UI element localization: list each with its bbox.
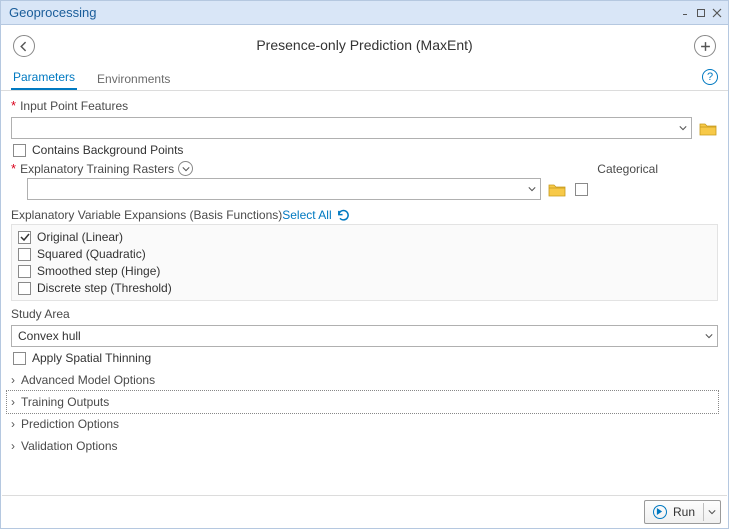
basis-threshold-label: Discrete step (Threshold) xyxy=(37,281,172,295)
contains-background-points-checkbox[interactable] xyxy=(13,144,26,157)
help-button[interactable]: ? xyxy=(702,69,718,85)
pane-titlebar: Geoprocessing xyxy=(1,1,728,25)
run-button[interactable]: Run xyxy=(644,500,721,524)
tool-header: Presence-only Prediction (MaxEnt) xyxy=(1,25,728,67)
tab-environments[interactable]: Environments xyxy=(95,68,172,90)
apply-spatial-thinning-label: Apply Spatial Thinning xyxy=(32,351,151,365)
basis-squared-label: Squared (Quadratic) xyxy=(37,247,146,261)
param-label-explanatory-rasters: Explanatory Training Rasters xyxy=(20,162,174,176)
input-point-features-combo[interactable] xyxy=(11,117,692,139)
chevron-down-icon xyxy=(528,182,536,196)
chevron-right-icon: › xyxy=(7,439,19,453)
chevron-right-icon: › xyxy=(7,395,19,409)
autohide-icon[interactable] xyxy=(678,6,692,20)
pane-title: Geoprocessing xyxy=(5,5,676,20)
chevron-down-icon xyxy=(708,505,716,519)
chevron-down-icon xyxy=(679,121,687,135)
study-area-combo[interactable]: Convex hull xyxy=(11,325,718,347)
basis-squared-checkbox[interactable] xyxy=(18,248,31,261)
group-training-outputs[interactable]: › Training Outputs xyxy=(7,391,718,413)
browse-icon[interactable] xyxy=(698,118,718,138)
chevron-right-icon: › xyxy=(7,373,19,387)
maximize-icon[interactable] xyxy=(694,6,708,20)
basis-threshold-checkbox[interactable] xyxy=(18,282,31,295)
group-advanced-model-options[interactable]: › Advanced Model Options xyxy=(7,369,718,391)
play-icon xyxy=(653,505,667,519)
categorical-header: Categorical xyxy=(597,162,658,176)
param-label-study-area: Study Area xyxy=(11,307,70,321)
close-icon[interactable] xyxy=(710,6,724,20)
tool-title: Presence-only Prediction (MaxEnt) xyxy=(1,37,728,53)
explanatory-raster-combo[interactable] xyxy=(27,178,541,200)
parameters-form: * Input Point Features Contains Backgrou… xyxy=(1,91,728,461)
basis-original-label: Original (Linear) xyxy=(37,230,123,244)
reset-icon[interactable] xyxy=(336,207,352,223)
chevron-right-icon: › xyxy=(7,417,19,431)
param-label-input-points: Input Point Features xyxy=(20,99,128,113)
basis-options-list: Original (Linear) Squared (Quadratic) Sm… xyxy=(11,225,718,301)
chevron-down-icon xyxy=(705,329,713,343)
contains-background-points-label: Contains Background Points xyxy=(32,143,183,157)
apply-spatial-thinning-checkbox[interactable] xyxy=(13,352,26,365)
basis-hinge-label: Smoothed step (Hinge) xyxy=(37,264,160,278)
param-label-basis: Explanatory Variable Expansions (Basis F… xyxy=(11,208,282,222)
open-another-tool-button[interactable] xyxy=(694,35,716,57)
select-all-link[interactable]: Select All xyxy=(282,208,331,222)
tabs: Parameters Environments ? xyxy=(1,67,728,91)
group-validation-options[interactable]: › Validation Options xyxy=(7,435,718,457)
expand-param-icon[interactable] xyxy=(178,161,193,176)
required-marker: * xyxy=(11,164,16,174)
categorical-checkbox[interactable] xyxy=(575,183,588,196)
basis-original-checkbox[interactable] xyxy=(18,231,31,244)
browse-icon[interactable] xyxy=(547,179,567,199)
basis-hinge-checkbox[interactable] xyxy=(18,265,31,278)
required-marker: * xyxy=(11,101,16,111)
tab-parameters[interactable]: Parameters xyxy=(11,66,77,90)
run-bar: Run xyxy=(2,495,727,527)
group-prediction-options[interactable]: › Prediction Options xyxy=(7,413,718,435)
